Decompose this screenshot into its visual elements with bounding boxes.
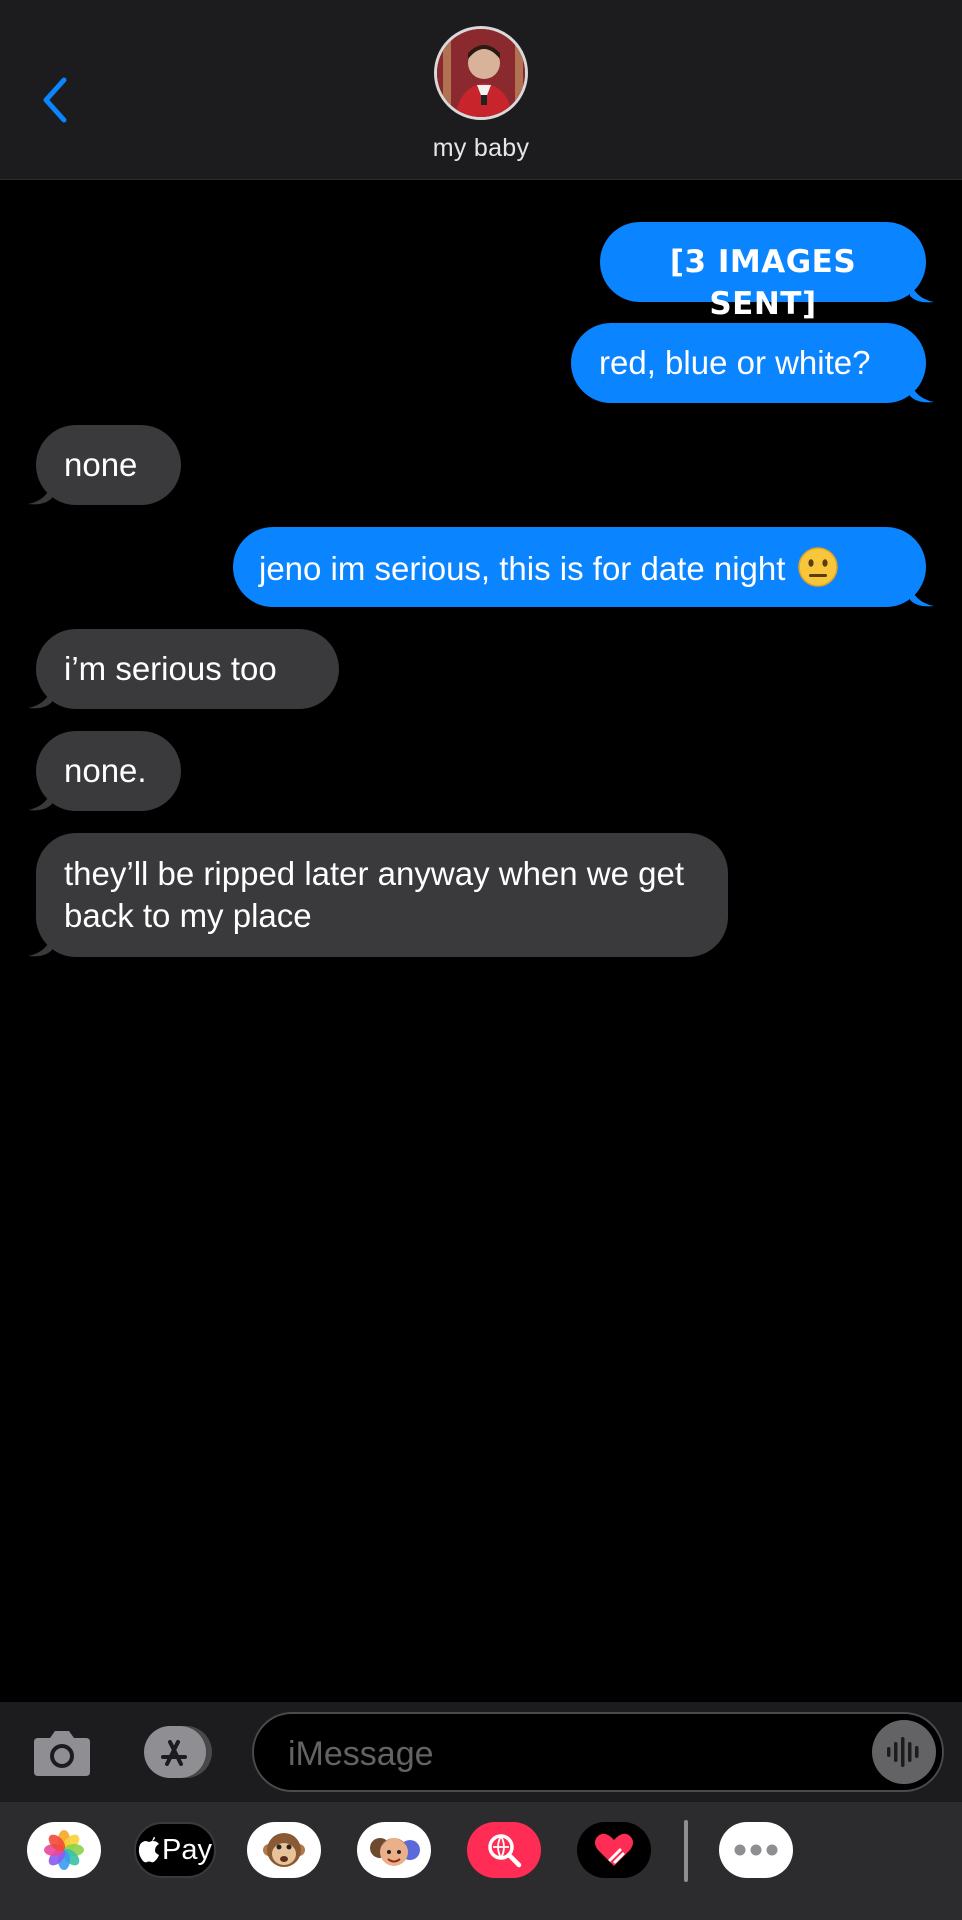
waveform-icon: [887, 1737, 919, 1767]
camera-button[interactable]: [32, 1726, 92, 1778]
chevron-left-icon: [43, 77, 67, 123]
bubble-tail: [910, 584, 934, 607]
message-bubble-received[interactable]: i’m serious too: [36, 629, 339, 709]
bubble-tail: [910, 380, 934, 403]
digital-touch-icon: [595, 1833, 633, 1866]
web-search-icon: [488, 1834, 522, 1868]
app-memoji[interactable]: [357, 1822, 431, 1878]
message-input-field[interactable]: [252, 1712, 944, 1792]
message-text: none: [64, 446, 138, 483]
message-bubble-received[interactable]: they’ll be ripped later anyway when we g…: [36, 833, 728, 957]
apple-logo-icon: [138, 1837, 159, 1863]
message-text: i’m serious too: [64, 650, 277, 687]
conversation-header: my baby: [0, 0, 962, 180]
drawer-divider: [684, 1820, 688, 1882]
message-bubble-received[interactable]: none: [36, 425, 181, 505]
app-web-search[interactable]: [467, 1822, 541, 1878]
camera-icon: [34, 1731, 90, 1776]
app-more[interactable]: [719, 1822, 793, 1878]
app-drawer: Pay: [0, 1802, 962, 1920]
app-apple-pay[interactable]: Pay: [134, 1822, 216, 1878]
message-text: red, blue or white?: [599, 344, 871, 381]
bubble-tail: [28, 788, 52, 811]
bubble-tail: [910, 280, 934, 303]
message-bubble-sent[interactable]: jeno im serious, this is for date night: [233, 527, 926, 607]
message-bubble-received[interactable]: none.: [36, 731, 181, 811]
message-text: none.: [64, 752, 147, 789]
app-store-icon: [144, 1726, 212, 1778]
app-digital-touch[interactable]: [577, 1822, 651, 1878]
bubble-tail: [28, 934, 52, 957]
back-button[interactable]: [30, 70, 80, 130]
monkey-animoji-icon: [263, 1833, 305, 1867]
apple-pay-label: Pay: [162, 1833, 212, 1866]
message-text: jeno im serious, this is for date night: [259, 550, 786, 587]
message-bubble-sent[interactable]: red, blue or white?: [571, 323, 926, 403]
contact-name[interactable]: my baby: [0, 134, 962, 163]
memoji-icon: [370, 1838, 420, 1866]
photos-icon: [44, 1830, 84, 1870]
more-icon: [734, 1844, 778, 1856]
composer-bar: [0, 1702, 962, 1802]
bubble-tail: [28, 686, 52, 709]
message-input[interactable]: [286, 1728, 850, 1780]
message-thread: [3 IMAGES SENT] red, blue or white? none…: [0, 180, 962, 1700]
app-store-button[interactable]: [142, 1724, 214, 1780]
contact-avatar[interactable]: [434, 26, 528, 120]
bubble-tail: [28, 482, 52, 505]
message-text: they’ll be ripped later anyway when we g…: [64, 855, 685, 934]
app-photos[interactable]: [27, 1822, 101, 1878]
message-text: [3 IMAGES SENT]: [669, 244, 857, 322]
app-animoji[interactable]: [247, 1822, 321, 1878]
avatar-photo: [437, 29, 525, 117]
message-bubble-sent[interactable]: [3 IMAGES SENT]: [600, 222, 926, 322]
neutral-face-emoji-icon: [797, 547, 838, 587]
voice-message-button[interactable]: [872, 1720, 936, 1784]
